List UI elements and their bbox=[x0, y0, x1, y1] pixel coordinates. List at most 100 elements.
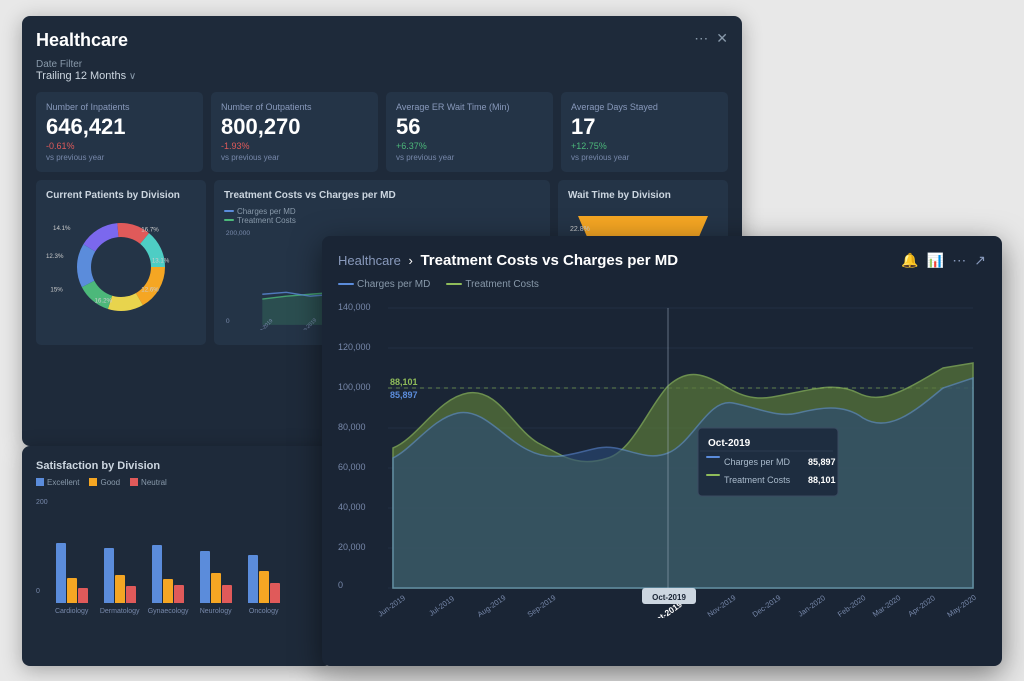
kpi-label-1: Number of Outpatients bbox=[221, 102, 368, 112]
alert-icon[interactable]: 🔔 bbox=[901, 252, 918, 269]
expanded-icons[interactable]: 🔔 📊 ⋯ ↗ bbox=[901, 252, 986, 269]
svg-text:0: 0 bbox=[226, 317, 230, 324]
satisfaction-legend: Excellent Good Neutral bbox=[36, 478, 318, 487]
kpi-label-3: Average Days Stayed bbox=[571, 102, 718, 112]
svg-text:20,000: 20,000 bbox=[338, 542, 366, 552]
legend-neutral: Neutral bbox=[130, 478, 167, 487]
kpi-vs-0: vs previous year bbox=[46, 153, 193, 162]
expanded-breadcrumb: Healthcare › Treatment Costs vs Charges … bbox=[338, 252, 678, 269]
svg-text:40,000: 40,000 bbox=[338, 502, 366, 512]
expanded-header: Healthcare › Treatment Costs vs Charges … bbox=[338, 252, 986, 269]
svg-text:16.7%: 16.7% bbox=[141, 226, 159, 233]
kpi-row: Number of Inpatients 646,421 -0.61% vs p… bbox=[36, 92, 728, 172]
svg-text:15%: 15% bbox=[50, 286, 63, 293]
kpi-change-2: +6.37% bbox=[396, 141, 543, 151]
date-filter-value[interactable]: Trailing 12 Months bbox=[36, 70, 126, 82]
legend-charges: Charges per MD bbox=[224, 207, 540, 216]
svg-text:85,897: 85,897 bbox=[808, 457, 836, 467]
exp-legend-costs: Treatment Costs bbox=[446, 279, 539, 290]
kpi-change-0: -0.61% bbox=[46, 141, 193, 151]
more-icon[interactable]: ⋯ bbox=[952, 252, 966, 269]
kpi-vs-2: vs previous year bbox=[396, 153, 543, 162]
svg-text:Sep-2019: Sep-2019 bbox=[526, 592, 558, 617]
svg-text:14.1%: 14.1% bbox=[53, 224, 71, 231]
exp-legend-charges: Charges per MD bbox=[338, 279, 430, 290]
sat-label-gynaecology: Gynaecology bbox=[148, 608, 188, 615]
kpi-vs-3: vs previous year bbox=[571, 153, 718, 162]
donut-container: 16.7% 13.1% 12.6% 16.2% 15% 12.3% 14.1% bbox=[46, 207, 196, 327]
more-icon[interactable]: ⋯ bbox=[694, 30, 708, 47]
svg-text:80,000: 80,000 bbox=[338, 422, 366, 432]
svg-text:200,000: 200,000 bbox=[226, 229, 250, 236]
donut-labels-svg: 16.7% 13.1% 12.6% 16.2% 15% 12.3% 14.1% bbox=[46, 207, 196, 327]
kpi-value-2: 56 bbox=[396, 116, 543, 138]
kpi-value-3: 17 bbox=[571, 116, 718, 138]
svg-text:Jul-2019: Jul-2019 bbox=[427, 594, 456, 618]
kpi-card-outpatients: Number of Outpatients 800,270 -1.93% vs … bbox=[211, 92, 378, 172]
expand-icon[interactable]: ↗ bbox=[974, 252, 986, 269]
svg-text:0: 0 bbox=[338, 580, 343, 590]
funnel-title: Wait Time by Division bbox=[568, 190, 718, 201]
sat-label-cardiology: Cardiology bbox=[52, 608, 92, 615]
sat-label-dermatology: Dermatology bbox=[100, 608, 140, 615]
donut-title: Current Patients by Division bbox=[46, 190, 196, 201]
svg-text:Jan-2020: Jan-2020 bbox=[796, 593, 827, 618]
kpi-card-inpatients: Number of Inpatients 646,421 -0.61% vs p… bbox=[36, 92, 203, 172]
legend-good: Good bbox=[89, 478, 120, 487]
line-mini-legend: Charges per MD Treatment Costs bbox=[224, 207, 540, 225]
sat-group-cardiology: Cardiology bbox=[52, 503, 92, 615]
y-axis-0: 0 bbox=[36, 588, 48, 595]
y-axis-200: 200 bbox=[36, 499, 48, 506]
sat-group-oncology: Oncology bbox=[244, 503, 284, 615]
svg-text:12.6%: 12.6% bbox=[141, 286, 159, 293]
expanded-chart-svg: 140,000 120,000 100,000 80,000 60,000 40… bbox=[338, 298, 978, 618]
legend-costs: Treatment Costs bbox=[224, 216, 540, 225]
app-title: Healthcare bbox=[36, 30, 128, 51]
close-icon[interactable]: ✕ bbox=[716, 30, 728, 47]
line-chart-mini-title: Treatment Costs vs Charges per MD bbox=[224, 190, 540, 201]
svg-text:Oct-2019: Oct-2019 bbox=[708, 438, 751, 449]
sat-label-oncology: Oncology bbox=[244, 608, 284, 615]
svg-text:85,897: 85,897 bbox=[390, 390, 418, 400]
svg-text:88,101: 88,101 bbox=[808, 475, 836, 485]
kpi-value-0: 646,421 bbox=[46, 116, 193, 138]
svg-text:Nov-2019: Nov-2019 bbox=[706, 592, 738, 617]
svg-text:Treatment Costs: Treatment Costs bbox=[724, 475, 791, 485]
svg-text:Apr-2020: Apr-2020 bbox=[906, 593, 936, 618]
satisfaction-chart: Cardiology Dermatology bbox=[52, 495, 284, 615]
svg-text:140,000: 140,000 bbox=[338, 302, 371, 312]
sat-group-gynaecology: Gynaecology bbox=[148, 503, 188, 615]
satisfaction-card: Satisfaction by Division Excellent Good … bbox=[22, 446, 332, 666]
svg-text:120,000: 120,000 bbox=[338, 342, 371, 352]
kpi-change-3: +12.75% bbox=[571, 141, 718, 151]
kpi-label-2: Average ER Wait Time (Min) bbox=[396, 102, 543, 112]
satisfaction-title: Satisfaction by Division bbox=[36, 460, 318, 472]
svg-text:Feb-2020: Feb-2020 bbox=[836, 593, 867, 618]
expanded-legend: Charges per MD Treatment Costs bbox=[338, 279, 986, 290]
svg-text:May-2020: May-2020 bbox=[945, 592, 977, 617]
kpi-card-days-stayed: Average Days Stayed 17 +12.75% vs previo… bbox=[561, 92, 728, 172]
expanded-chart-panel: Healthcare › Treatment Costs vs Charges … bbox=[322, 236, 1002, 666]
svg-text:88,101: 88,101 bbox=[390, 377, 418, 387]
expanded-chart-area: 140,000 120,000 100,000 80,000 60,000 40… bbox=[338, 298, 986, 623]
window-controls[interactable]: ⋯ ✕ bbox=[694, 30, 728, 47]
svg-text:16.2%: 16.2% bbox=[95, 297, 113, 304]
sat-group-dermatology: Dermatology bbox=[100, 503, 140, 615]
kpi-vs-1: vs previous year bbox=[221, 153, 368, 162]
svg-text:Jun-2019: Jun-2019 bbox=[376, 593, 407, 618]
kpi-change-1: -1.93% bbox=[221, 141, 368, 151]
sat-group-neurology: Neurology bbox=[196, 503, 236, 615]
expanded-chart-title: Treatment Costs vs Charges per MD bbox=[420, 252, 678, 269]
kpi-card-er-wait: Average ER Wait Time (Min) 56 +6.37% vs … bbox=[386, 92, 553, 172]
kpi-label-0: Number of Inpatients bbox=[46, 102, 193, 112]
svg-text:Mar-2020: Mar-2020 bbox=[871, 593, 902, 618]
chart-icon[interactable]: 📊 bbox=[927, 252, 944, 269]
sat-label-neurology: Neurology bbox=[196, 608, 236, 615]
svg-text:12.3%: 12.3% bbox=[46, 253, 64, 260]
svg-text:Charges per MD: Charges per MD bbox=[724, 457, 791, 467]
svg-text:60,000: 60,000 bbox=[338, 462, 366, 472]
kpi-value-1: 800,270 bbox=[221, 116, 368, 138]
legend-excellent: Excellent bbox=[36, 478, 79, 487]
svg-text:13.1%: 13.1% bbox=[152, 257, 170, 264]
svg-text:22.8%: 22.8% bbox=[570, 226, 590, 233]
